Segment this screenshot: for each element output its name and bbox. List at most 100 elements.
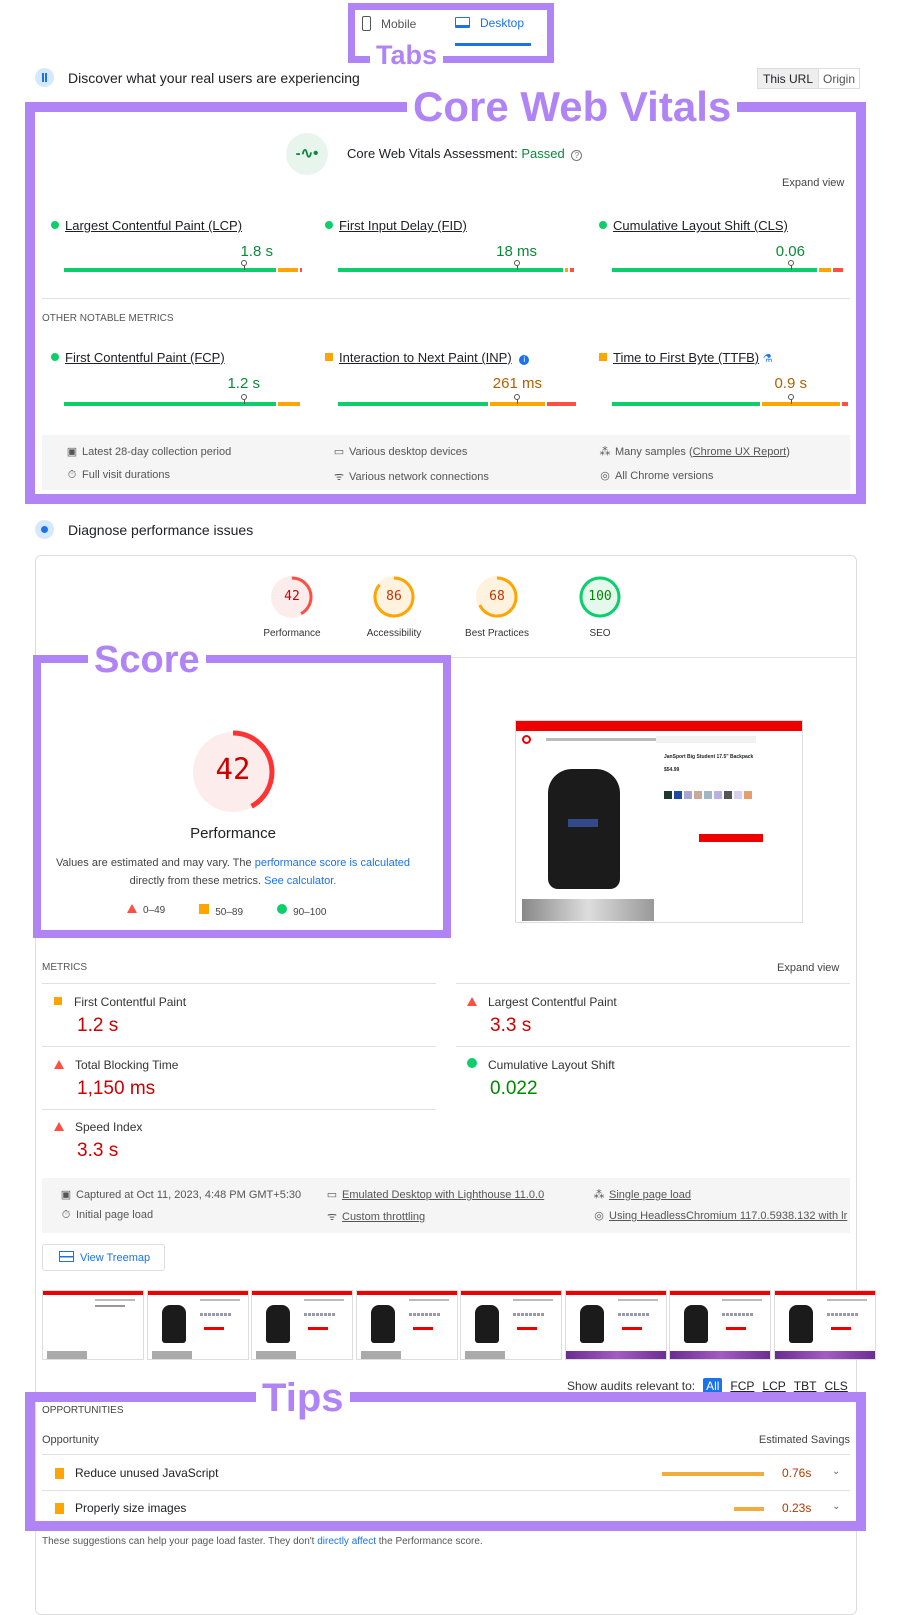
laptop-icon bbox=[455, 17, 470, 28]
metric-fid-title[interactable]: First Input Delay (FID) bbox=[325, 218, 467, 233]
filmstrip-frame[interactable] bbox=[564, 1290, 667, 1360]
chrome-ux-report-link[interactable]: Chrome UX Report bbox=[693, 446, 787, 458]
lab-metric-cls-value: 0.022 bbox=[490, 1078, 538, 1099]
filter-tbt[interactable]: TBT bbox=[794, 1379, 817, 1393]
other-metrics-heading: OTHER NOTABLE METRICS bbox=[42, 313, 174, 324]
lab-metric-fcp: First Contentful Paint bbox=[54, 995, 186, 1009]
savings-bar bbox=[734, 1507, 764, 1511]
savings-bar bbox=[662, 1472, 764, 1476]
lab-metric-si-value: 3.3 s bbox=[77, 1140, 119, 1161]
origin-button[interactable]: Origin bbox=[818, 69, 859, 88]
legend-pass: 90–100 bbox=[277, 904, 326, 918]
category-gauge-best-practices[interactable]: 68 bbox=[475, 575, 519, 619]
calculator-link[interactable]: See calculator. bbox=[264, 875, 336, 887]
filter-cls[interactable]: CLS bbox=[824, 1379, 847, 1393]
lab-title: Diagnose performance issues bbox=[68, 522, 254, 538]
tab-desktop[interactable]: Desktop bbox=[455, 16, 524, 30]
metric-fid-value: 18 ms bbox=[496, 243, 537, 260]
timer-icon: ⏱ bbox=[61, 1209, 71, 1221]
lab-metric-tbt-value: 1,150 ms bbox=[77, 1078, 156, 1099]
devices: ▭ Various desktop devices bbox=[333, 446, 468, 458]
lab-metric-fcp-value: 1.2 s bbox=[77, 1015, 119, 1036]
filter-lcp[interactable]: LCP bbox=[762, 1379, 785, 1393]
square-icon bbox=[55, 1503, 64, 1514]
filter-fcp[interactable]: FCP bbox=[730, 1379, 754, 1393]
category-label: Accessibility bbox=[366, 628, 422, 639]
samples: ⁂ Many samples (Chrome UX Report) bbox=[599, 446, 790, 458]
opportunity-row[interactable]: Reduce unused JavaScript 0.76s ⌄ bbox=[42, 1458, 850, 1490]
category-label: Best Practices bbox=[465, 628, 529, 639]
gauge-score: 100 bbox=[588, 589, 612, 604]
network-icon: ᯤ bbox=[333, 471, 345, 483]
view-treemap-button[interactable]: View Treemap bbox=[42, 1244, 165, 1271]
field-expand-view[interactable]: Expand view bbox=[782, 177, 844, 189]
info-icon[interactable]: i bbox=[519, 355, 530, 365]
filmstrip-frame[interactable] bbox=[42, 1290, 144, 1360]
metric-inp-title[interactable]: Interaction to Next Paint (INP) i bbox=[325, 350, 530, 365]
metric-inp-value: 261 ms bbox=[492, 375, 542, 392]
network: ᯤ Various network connections bbox=[333, 471, 489, 483]
divider bbox=[42, 1454, 850, 1455]
filmstrip-frame[interactable] bbox=[146, 1290, 249, 1360]
score-calculated-link[interactable]: performance score is calculated bbox=[255, 857, 410, 869]
devices-icon: ▭ bbox=[326, 1189, 338, 1201]
assessment-status: Passed bbox=[521, 146, 565, 161]
triangle-icon bbox=[127, 904, 137, 913]
legend-fail: 0–49 bbox=[127, 904, 165, 918]
metric-inp-distribution bbox=[338, 394, 576, 406]
opportunities-footnote: These suggestions can help your page loa… bbox=[42, 1536, 483, 1547]
this-url-button[interactable]: This URL bbox=[758, 69, 819, 88]
category-label: Performance bbox=[263, 628, 321, 639]
metric-ttfb-distribution bbox=[612, 394, 850, 406]
collection-period: ▣ Latest 28-day collection period bbox=[66, 446, 232, 458]
url-origin-toggle[interactable]: This URL Origin bbox=[757, 68, 861, 89]
assessment: Core Web Vitals Assessment: Passed ? bbox=[347, 146, 583, 161]
tab-mobile[interactable]: Mobile bbox=[362, 16, 416, 31]
square-icon bbox=[199, 904, 210, 914]
filmstrip-frame[interactable] bbox=[251, 1290, 353, 1360]
samples-icon: ⁂ bbox=[593, 1189, 605, 1201]
lab-metric-lcp-value: 3.3 s bbox=[490, 1015, 532, 1036]
category-gauge-accessibility[interactable]: 86 bbox=[372, 575, 416, 619]
metrics-heading: METRICS bbox=[42, 962, 87, 973]
treemap-icon bbox=[59, 1251, 74, 1262]
lab-metric-tbt: Total Blocking Time bbox=[54, 1058, 178, 1072]
score-annotation-label: Score bbox=[88, 641, 206, 679]
chevron-down-icon: ⌄ bbox=[832, 1466, 841, 1477]
filmstrip-frame[interactable] bbox=[460, 1290, 562, 1360]
filmstrip-frame[interactable] bbox=[773, 1290, 876, 1360]
metric-lcp-value: 1.8 s bbox=[240, 243, 273, 260]
filmstrip-frame[interactable] bbox=[355, 1290, 458, 1360]
metric-lcp-title[interactable]: Largest Contentful Paint (LCP) bbox=[51, 218, 242, 233]
metric-fid-distribution bbox=[338, 260, 576, 272]
chevron-down-icon: ⌄ bbox=[832, 1501, 841, 1512]
category-gauge-performance[interactable]: 42 bbox=[270, 575, 314, 619]
metric-ttfb-value: 0.9 s bbox=[774, 375, 807, 392]
core-web-vitals-annotation-label: Core Web Vitals bbox=[407, 86, 738, 128]
vitals-pulse-icon: -∿• bbox=[286, 133, 328, 175]
filmstrip-frame[interactable] bbox=[669, 1290, 771, 1360]
lab-metric-si: Speed Index bbox=[54, 1120, 142, 1134]
divider bbox=[42, 1109, 436, 1110]
devices-icon: ▭ bbox=[333, 446, 345, 458]
metric-lcp-distribution bbox=[64, 260, 302, 272]
metric-ttfb-title[interactable]: Time to First Byte (TTFB) ⚗ bbox=[599, 350, 773, 365]
gauge-score: 42 bbox=[284, 589, 300, 604]
performance-score-large: 42 bbox=[215, 752, 251, 786]
final-screenshot[interactable]: JanSport Big Student 17.5" Backpack $54.… bbox=[515, 720, 803, 923]
directly-affect-link[interactable]: directly affect bbox=[317, 1536, 376, 1547]
visit-durations: ⏱ Full visit durations bbox=[67, 469, 171, 481]
category-gauge-seo[interactable]: 100 bbox=[578, 575, 622, 619]
metric-fcp-title[interactable]: First Contentful Paint (FCP) bbox=[51, 350, 225, 365]
metric-fcp-value: 1.2 s bbox=[227, 375, 260, 392]
calendar-icon: ▣ bbox=[66, 446, 78, 458]
metrics-expand-view[interactable]: Expand view bbox=[777, 962, 839, 974]
help-icon[interactable]: ? bbox=[571, 150, 583, 161]
opportunity-row[interactable]: Properly size images 0.23s ⌄ bbox=[42, 1494, 850, 1526]
crux-icon bbox=[35, 68, 54, 87]
gauge-score: 86 bbox=[386, 589, 402, 604]
divider bbox=[42, 983, 436, 984]
lighthouse-icon bbox=[35, 520, 54, 539]
metric-cls-title[interactable]: Cumulative Layout Shift (CLS) bbox=[599, 218, 788, 233]
column-opportunity: Opportunity bbox=[42, 1434, 99, 1446]
